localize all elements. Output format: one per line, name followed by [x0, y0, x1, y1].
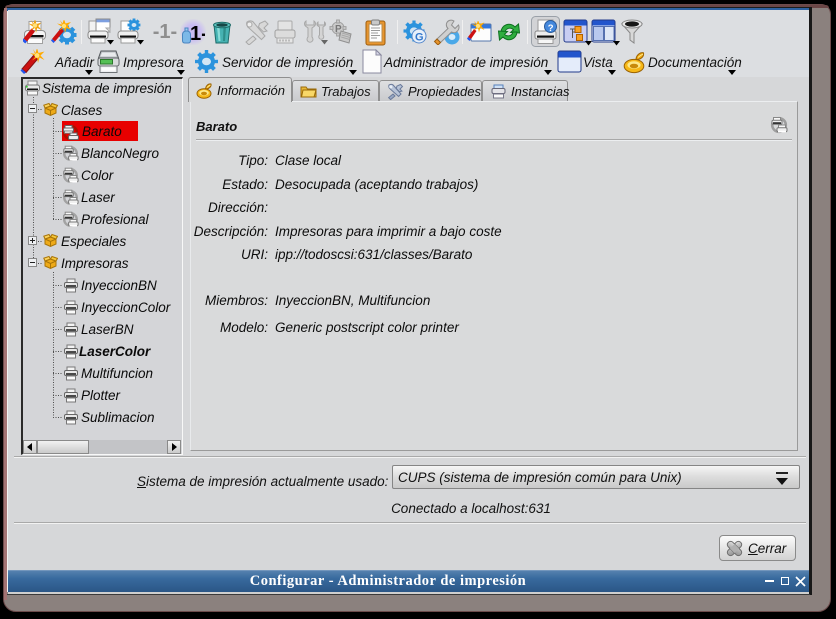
svg-text:?: ? — [548, 23, 554, 34]
svg-text:G: G — [415, 32, 424, 44]
svg-text:1-: 1- — [190, 23, 205, 45]
